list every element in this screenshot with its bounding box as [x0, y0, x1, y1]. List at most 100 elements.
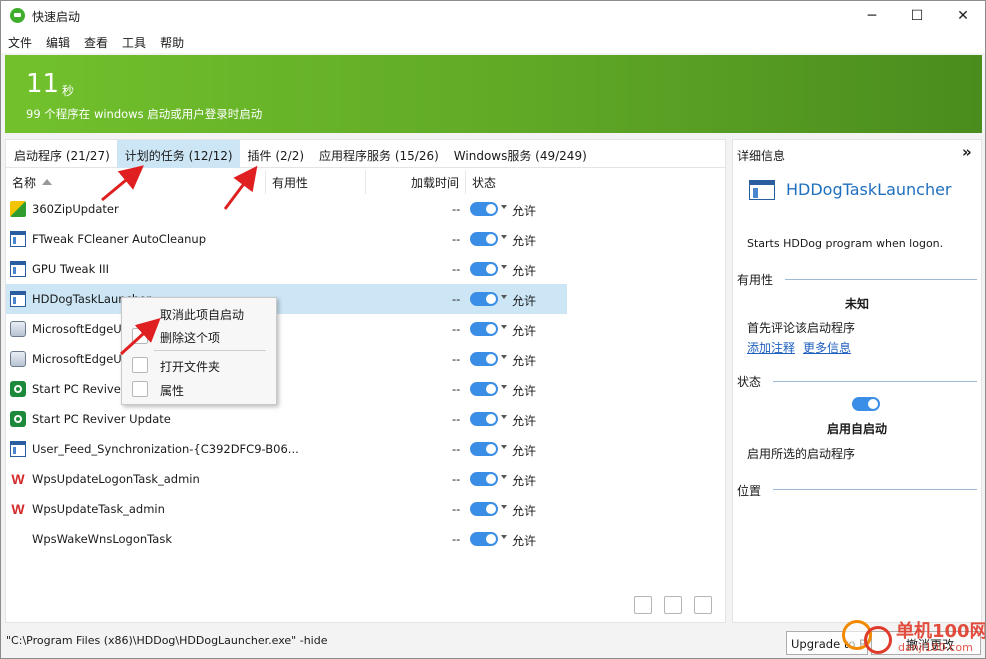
autostart-toggle[interactable] — [470, 412, 498, 426]
column-state[interactable]: 状态 — [466, 170, 566, 194]
row-load-time: -- — [452, 202, 461, 216]
ctx-open-folder[interactable]: 打开文件夹 — [122, 354, 276, 376]
360-icon — [10, 201, 26, 217]
row-load-time: -- — [452, 232, 461, 246]
menu-edit[interactable]: 编辑 — [39, 31, 77, 53]
chevron-down-icon[interactable] — [501, 295, 507, 299]
menu-bar: 文件 编辑 查看 工具 帮助 — [1, 31, 985, 53]
chevron-down-icon[interactable] — [501, 445, 507, 449]
row-load-time: -- — [452, 442, 461, 456]
ctx-properties[interactable]: 属性 — [122, 378, 276, 400]
chevron-down-icon[interactable] — [501, 355, 507, 359]
row-name: User_Feed_Synchronization-{C392DFC9-B06.… — [32, 442, 299, 456]
ctx-separator — [154, 350, 266, 351]
ctx-disable-autostart-label: 取消此项自启动 — [160, 308, 245, 322]
row-state: 允许 — [512, 534, 537, 548]
details-panel: 详细信息 » HDDogTaskLauncher Starts HDDog pr… — [732, 139, 982, 623]
category-tabs: 启动程序 (21/27) 计划的任务 (12/12) 插件 (2/2) 应用程序… — [6, 140, 725, 168]
location-section-title: 位置 — [737, 484, 762, 498]
tab-startup-programs[interactable]: 启动程序 (21/27) — [6, 140, 117, 168]
menu-view[interactable]: 查看 — [77, 31, 115, 53]
startup-time-banner: 11 秒 99 个程序在 windows 启动或用户登录时启动 — [5, 55, 982, 133]
autostart-toggle[interactable] — [470, 232, 498, 246]
table-row[interactable]: MicrosoftEdgeUpdateTaskMachineCore--允许 — [6, 314, 567, 344]
menu-help[interactable]: 帮助 — [153, 31, 191, 53]
reviver-icon — [10, 411, 26, 427]
row-state: 允许 — [512, 384, 537, 398]
row-name: WpsWakeWnsLogonTask — [32, 532, 173, 546]
autostart-toggle[interactable] — [470, 292, 498, 306]
table-row[interactable]: MicrosoftEdgeUpdateTaskMachineUA--允许 — [6, 344, 567, 374]
maximize-button[interactable]: ☐ — [894, 1, 940, 31]
wps-icon: W — [11, 501, 25, 517]
chevron-down-icon[interactable] — [501, 205, 507, 209]
table-row[interactable]: GPU Tweak III -- 允许 — [6, 254, 567, 284]
file-properties-icon[interactable] — [664, 596, 682, 614]
row-state: 允许 — [512, 474, 537, 488]
column-usefulness[interactable]: 有用性 — [266, 170, 366, 194]
column-load-time[interactable]: 加载时间 — [366, 170, 466, 194]
table-row[interactable]: WpsWakeWnsLogonTask -- 允许 — [6, 524, 567, 554]
ctx-delete-item[interactable]: 删除这个项 — [122, 325, 276, 347]
column-name[interactable]: 名称 — [6, 170, 266, 194]
tab-plugins[interactable]: 插件 (2/2) — [240, 140, 312, 168]
chevron-down-icon[interactable] — [501, 385, 507, 389]
table-row[interactable]: W WpsUpdateLogonTask_admin -- 允许 — [6, 464, 567, 494]
sort-ascending-icon — [42, 179, 53, 185]
menu-tools[interactable]: 工具 — [115, 31, 153, 53]
open-folder-icon[interactable] — [694, 596, 712, 614]
tab-windows-services[interactable]: Windows服务 (49/249) — [446, 140, 594, 168]
autostart-toggle[interactable] — [852, 397, 880, 411]
chevron-down-icon[interactable] — [501, 505, 507, 509]
task-window-icon — [749, 180, 775, 200]
row-load-time: -- — [452, 532, 461, 546]
table-row[interactable]: User_Feed_Synchronization-{C392DFC9-B06.… — [6, 434, 567, 464]
usefulness-hint: 首先评论该启动程序 — [747, 321, 856, 335]
autostart-toggle[interactable] — [470, 442, 498, 456]
chevron-down-icon[interactable] — [501, 415, 507, 419]
state-section-title: 状态 — [737, 375, 762, 389]
status-bar: "C:\Program Files (x86)\HDDog\HDDogLaunc… — [1, 628, 985, 658]
autostart-toggle[interactable] — [470, 262, 498, 276]
autostart-toggle[interactable] — [470, 472, 498, 486]
location-divider — [773, 489, 977, 490]
more-info-link[interactable]: 更多信息 — [803, 339, 851, 356]
autostart-toggle[interactable] — [470, 322, 498, 336]
row-name: WpsUpdateLogonTask_admin — [32, 472, 200, 486]
row-name: Start PC Reviver Update — [32, 412, 171, 426]
autostart-toggle[interactable] — [470, 202, 498, 216]
menu-file[interactable]: 文件 — [1, 31, 39, 53]
row-load-time: -- — [452, 502, 461, 516]
table-row[interactable]: 360ZipUpdater -- 允许 — [6, 194, 567, 224]
tab-app-services[interactable]: 应用程序服务 (15/26) — [311, 140, 446, 168]
context-menu: 取消此项自启动 删除这个项 打开文件夹 属性 — [121, 297, 277, 405]
chevron-down-icon[interactable] — [501, 265, 507, 269]
column-name-label: 名称 — [12, 176, 37, 190]
autostart-toggle[interactable] — [470, 532, 498, 546]
table-row[interactable]: HDDogTaskLauncher -- 允许 — [6, 284, 567, 314]
chevron-down-icon[interactable] — [501, 235, 507, 239]
table-row[interactable]: Start PC Reviver Update -- 允许 — [6, 404, 567, 434]
row-state: 允许 — [512, 234, 537, 248]
close-button[interactable]: ✕ — [940, 1, 985, 31]
row-load-time: -- — [452, 472, 461, 486]
chevron-down-icon[interactable] — [501, 325, 507, 329]
table-row[interactable]: FTweak FCleaner AutoCleanup -- 允许 — [6, 224, 567, 254]
add-note-link[interactable]: 添加注释 — [747, 339, 795, 356]
minimize-button[interactable]: ─ — [849, 1, 895, 31]
chevron-down-icon[interactable] — [501, 475, 507, 479]
autostart-toggle[interactable] — [470, 502, 498, 516]
row-state: 允许 — [512, 444, 537, 458]
autostart-toggle[interactable] — [470, 352, 498, 366]
row-name: GPU Tweak III — [32, 262, 110, 276]
ctx-disable-autostart[interactable]: 取消此项自启动 — [122, 302, 276, 324]
chevron-down-icon[interactable] — [501, 535, 507, 539]
table-row[interactable]: W WpsUpdateTask_admin -- 允许 — [6, 494, 567, 524]
trash-icon[interactable] — [634, 596, 652, 614]
row-state: 允许 — [512, 204, 537, 218]
tab-scheduled-tasks[interactable]: 计划的任务 (12/12) — [116, 140, 240, 168]
autostart-toggle[interactable] — [470, 382, 498, 396]
collapse-panel-icon[interactable]: » — [962, 143, 972, 161]
details-task-name: HDDogTaskLauncher — [786, 180, 952, 199]
table-row[interactable]: Start PC Reviver Scan -- 允许 — [6, 374, 567, 404]
